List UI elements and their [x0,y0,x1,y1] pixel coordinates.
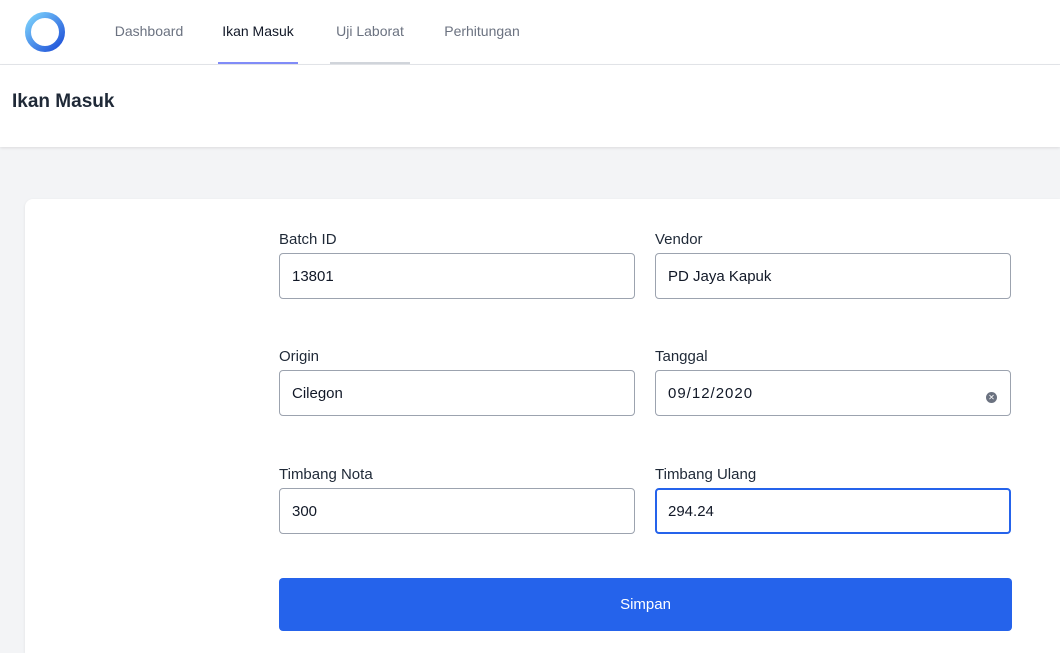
nav-dashboard[interactable]: Dashboard [111,0,187,64]
timbang-ulang-input[interactable] [655,488,1011,534]
vendor-label: Vendor [655,231,703,248]
simpan-button[interactable]: Simpan [279,578,1012,631]
timbang-ulang-label: Timbang Ulang [655,466,757,483]
vendor-input[interactable] [655,253,1011,299]
batch-id-input[interactable] [279,253,635,299]
app-logo-icon[interactable] [24,11,66,53]
timbang-nota-label: Timbang Nota [279,466,373,483]
page-header: Ikan Masuk [0,65,1060,147]
page-title: Ikan Masuk [12,91,115,112]
nav-perhitungan[interactable]: Perhitungan [438,0,526,64]
tanggal-label: Tanggal [655,348,708,365]
timbang-nota-input[interactable] [279,488,635,534]
top-navigation: Dashboard Ikan Masuk Uji Laborat Perhitu… [0,0,1060,65]
nav-ikan-masuk[interactable]: Ikan Masuk [218,0,298,64]
clear-circle-icon[interactable]: ✕ [986,392,997,403]
origin-label: Origin [279,348,320,365]
tanggal-date-input[interactable] [655,370,1011,416]
nav-uji-laborat[interactable]: Uji Laborat [330,0,410,64]
origin-input[interactable] [279,370,635,416]
batch-id-label: Batch ID [279,231,337,248]
